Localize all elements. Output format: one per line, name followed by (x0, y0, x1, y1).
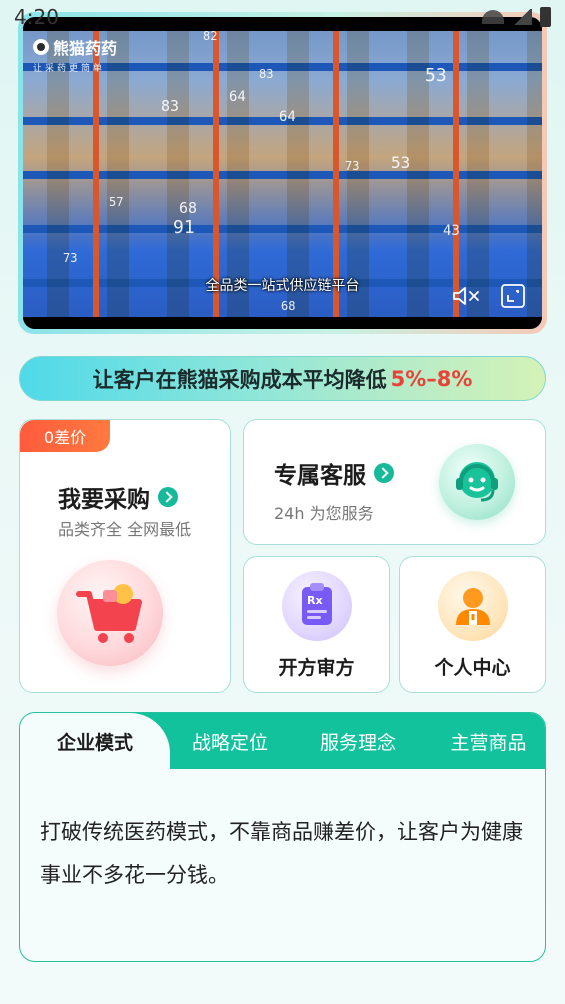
status-time: 4:20 (14, 5, 59, 29)
battery-icon (540, 7, 551, 27)
prescription-label: 开方审方 (278, 657, 355, 679)
purchase-title-text: 我要采购 (58, 487, 150, 513)
service-title: 专属客服 (274, 456, 394, 490)
shelf-number: 68 (179, 199, 198, 217)
purchase-card[interactable]: 0差价 我要采购 品类齐全 全网最低 (19, 419, 231, 693)
shelf-number: 91 (173, 217, 195, 238)
tab-main-products[interactable]: 主营商品 (430, 713, 545, 769)
shopping-cart-icon (57, 560, 163, 666)
tab-content-text: 打破传统医药模式，不靠商品赚差价，让客户为健康事业不多花一分钱。 (40, 820, 523, 887)
purchase-subtitle: 品类齐全 全网最低 (58, 520, 192, 539)
logo-tagline: 让采药更简单 (33, 64, 106, 74)
brand-logo: 熊猫药药 让采药更简单 (33, 35, 117, 74)
shelf-number: 64 (279, 109, 296, 125)
panda-logo-icon (33, 39, 49, 55)
wifi-icon (482, 10, 504, 24)
shelf-number: 73 (345, 159, 360, 173)
customer-service-card[interactable]: 专属客服 24h 为您服务 (243, 419, 546, 545)
prescription-card[interactable]: Rx 开方审方 (243, 556, 390, 693)
video-frame: 熊猫药药 让采药更简单 82 83 64 64 83 53 53 73 68 9… (18, 12, 547, 334)
personal-center-card[interactable]: 个人中心 (399, 556, 546, 693)
shelf-number: 53 (391, 153, 411, 172)
status-icons (482, 7, 551, 27)
warehouse-video[interactable]: 熊猫药药 让采药更简单 82 83 64 64 83 53 53 73 68 9… (23, 17, 542, 329)
service-subtitle: 24h 为您服务 (274, 504, 374, 523)
banner-text: 让客户在熊猫采购成本平均降低 (92, 367, 387, 392)
shelf-number: 83 (259, 67, 274, 81)
doctor-avatar-icon (437, 571, 508, 641)
shelf-number: 83 (161, 97, 180, 115)
chevron-right-icon (158, 487, 178, 507)
svg-text:Rx: Rx (307, 594, 323, 607)
logo-name: 熊猫药药 (53, 39, 118, 58)
shelf-number: 57 (109, 195, 124, 209)
personal-center-label: 个人中心 (434, 657, 511, 679)
shelf-number: 73 (63, 251, 78, 265)
shelf-number: 43 (443, 223, 460, 239)
signal-icon (512, 9, 532, 25)
status-bar: 4:20 (0, 0, 565, 34)
savings-banner: 让客户在熊猫采购成本平均降低 5%–8% (19, 356, 546, 401)
tab-strip: 企业模式 战略定位 服务理念 主营商品 (20, 713, 545, 769)
rx-clipboard-icon: Rx (281, 571, 352, 641)
tab-business-model[interactable]: 企业模式 (20, 713, 170, 769)
tab-strategic-positioning[interactable]: 战略定位 (170, 713, 290, 769)
customer-service-headset-icon (439, 444, 515, 520)
shelf-number: 68 (281, 299, 296, 313)
info-tabs-panel: 企业模式 战略定位 服务理念 主营商品 打破传统医药模式，不靠商品赚差价，让客户… (19, 712, 546, 962)
fullscreen-icon[interactable] (500, 283, 526, 309)
banner-highlight: 5%–8% (390, 366, 473, 391)
mute-icon[interactable] (452, 285, 482, 307)
purchase-title: 我要采购 (58, 480, 178, 514)
service-title-text: 专属客服 (274, 463, 366, 489)
shelf-number: 64 (229, 89, 246, 105)
tab-service-philosophy[interactable]: 服务理念 (302, 713, 414, 769)
video-bottom-bar (23, 317, 542, 329)
chevron-right-icon (374, 463, 394, 483)
shelf-number: 53 (425, 65, 447, 86)
zero-markup-badge: 0差价 (20, 420, 110, 452)
